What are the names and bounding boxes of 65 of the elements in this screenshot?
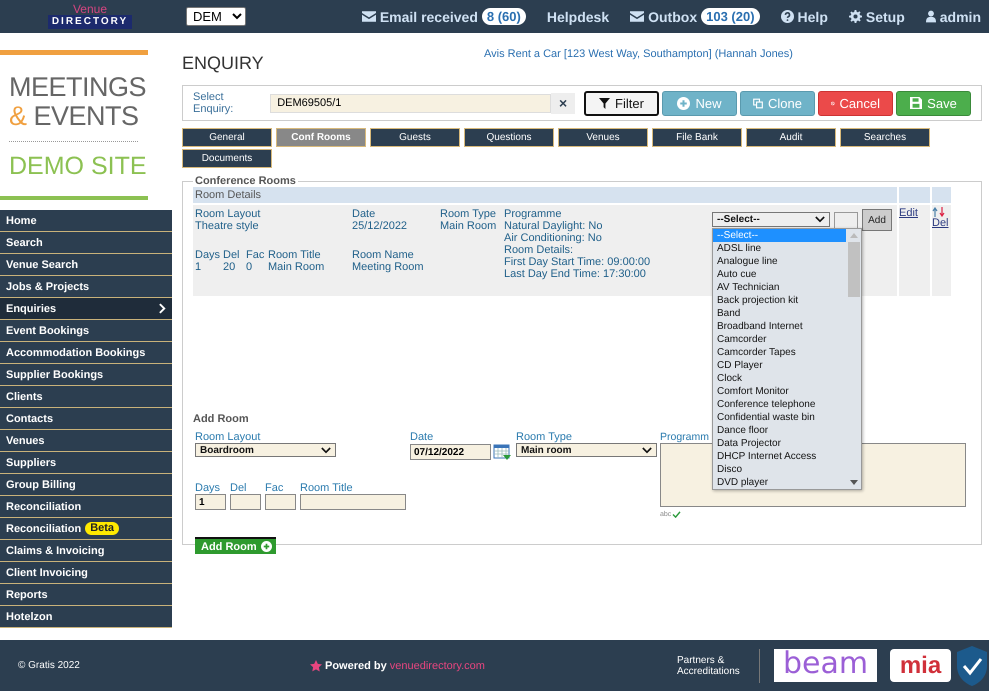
count-badge: 103 (20): [701, 8, 760, 25]
sidebar-label: Venues: [6, 434, 45, 446]
sidebar-label: Group Billing: [6, 478, 76, 490]
field-label: Fac: [265, 482, 284, 494]
field-label: Fac: [246, 249, 266, 261]
field-label: Room Type: [516, 431, 574, 443]
logo-text: DIRECTORY: [48, 15, 132, 29]
programme-line: Natural Daylight: No: [504, 220, 604, 232]
sidebar-label: Clients: [6, 390, 43, 402]
field-label: Room Title: [300, 482, 354, 494]
field-label: Room Layout: [195, 208, 262, 220]
field-label: Days: [195, 249, 222, 261]
field-value: Main Room: [440, 220, 498, 232]
sidebar-label: Event Bookings: [6, 324, 90, 336]
programme-line: Last Day End Time: 17:30:00: [504, 268, 647, 280]
page-title: ENQUIRY: [182, 53, 265, 75]
field-value: 0: [246, 261, 254, 273]
field-value: Main Room: [268, 261, 326, 273]
field-label: Programme: [504, 208, 562, 220]
partners-text: Partners & Accreditations: [677, 654, 741, 676]
field-label: Room Layout: [195, 431, 262, 443]
copyright-text: © Gratis 2022: [18, 660, 81, 671]
sidebar-label: Hotelzon: [6, 610, 52, 622]
field-label: Days: [195, 482, 222, 494]
sidebar-label: Suppliers: [6, 456, 56, 468]
field-value: Meeting Room: [352, 261, 425, 273]
logo-text: Venue: [72, 4, 108, 15]
field-label: Room Title: [268, 249, 322, 261]
programme-line: Room Details:: [504, 244, 574, 256]
field-value: 1: [195, 261, 202, 273]
field-label: Del: [230, 482, 248, 494]
count-badge: 8 (60): [482, 8, 526, 25]
programme-line: First Day Start Time: 09:00:00: [504, 256, 652, 268]
field-label: Del: [223, 249, 241, 261]
sidebar-label: Enquiries: [6, 302, 56, 314]
sidebar-label: Reports: [6, 588, 48, 600]
programme-line: Air Conditioning: No: [504, 232, 603, 244]
sidebar-label: Client Invoicing: [6, 566, 88, 578]
sidebar-label: Claims & Invoicing: [6, 544, 104, 556]
field-label: Select Enquiry:: [193, 91, 234, 115]
sidebar-label: Venue Search: [6, 258, 78, 270]
field-label: Programm: [660, 431, 710, 443]
table-header: Room Details: [193, 187, 897, 203]
field-value: 20: [223, 261, 236, 273]
powered-text: Powered by: [325, 660, 387, 672]
field-label: Date: [352, 208, 376, 220]
sidebar-label: Supplier Bookings: [6, 368, 104, 380]
field-value: Theatre style: [195, 220, 260, 232]
section-title: Add Room: [193, 413, 249, 425]
sidebar-label: Search: [6, 236, 43, 248]
sidebar-label: Accommodation Bookings: [6, 346, 146, 358]
brand-text: MEETINGS: [9, 73, 148, 102]
sidebar-label: Reconciliation: [6, 500, 82, 512]
field-value: 25/12/2022: [352, 220, 408, 232]
sidebar-label: Reconciliation: [6, 522, 82, 534]
field-label: Date: [410, 431, 434, 443]
field-label: Room Type: [440, 208, 498, 220]
panel-legend: Conference Rooms: [193, 175, 298, 187]
brand-text: & EVENTS: [9, 102, 140, 131]
sidebar-label: Contacts: [6, 412, 54, 424]
field-label: Room Name: [352, 249, 415, 261]
beta-badge: Beta: [85, 522, 120, 535]
brand-text: DEMO SITE: [9, 152, 148, 182]
sidebar-label: Jobs & Projects: [6, 280, 90, 292]
sidebar-label: Home: [6, 214, 37, 226]
